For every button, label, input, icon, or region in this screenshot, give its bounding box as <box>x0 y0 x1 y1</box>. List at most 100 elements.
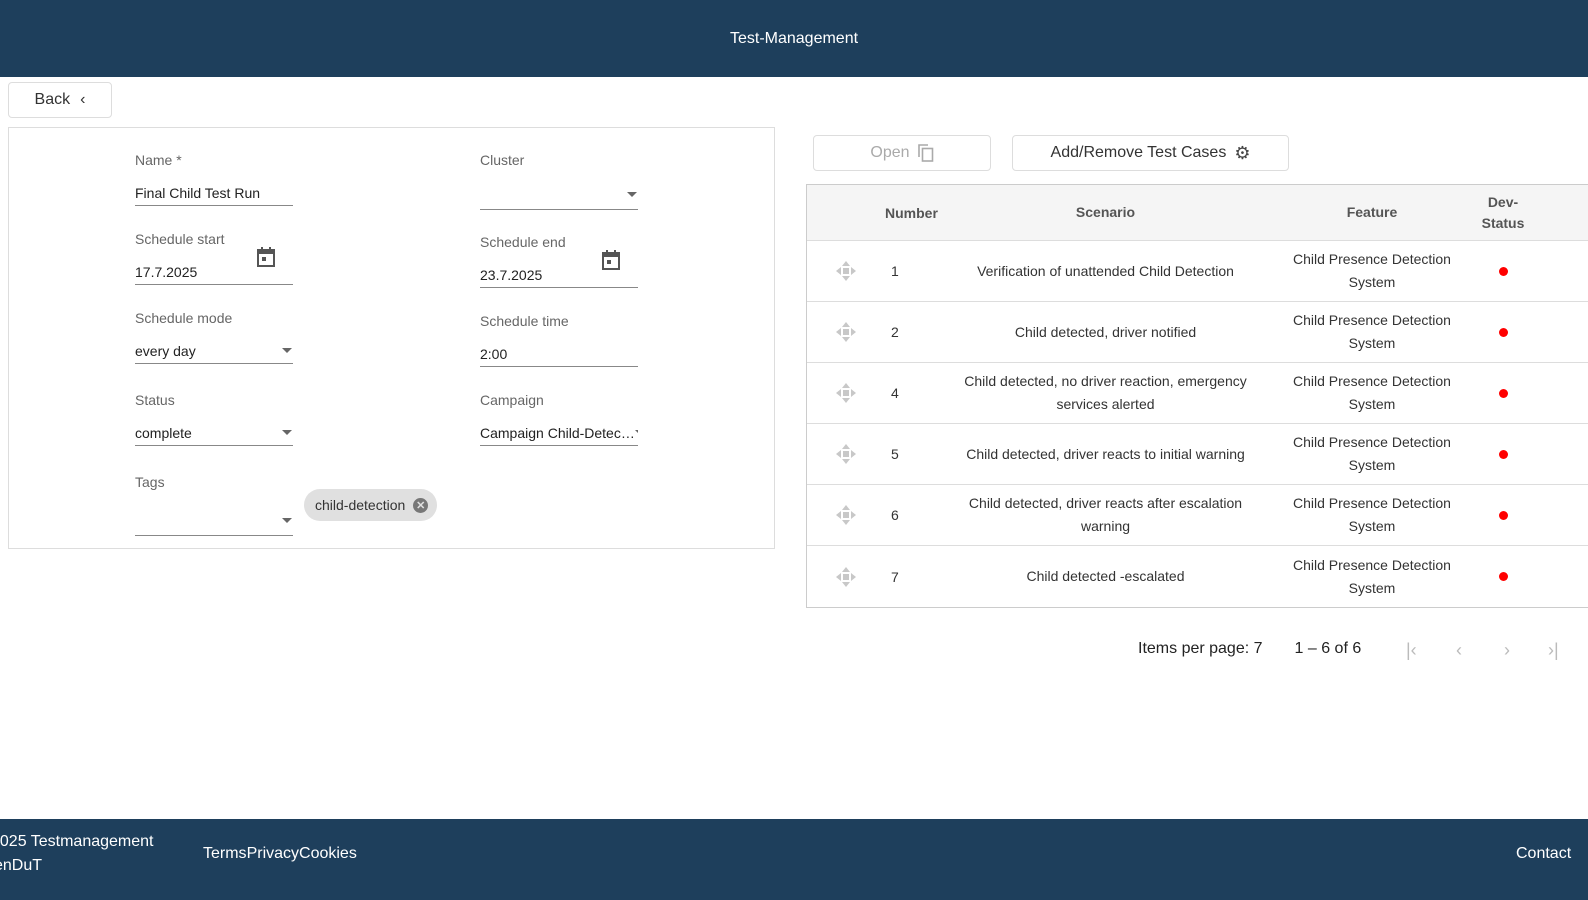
app-title: Test-Management <box>729 29 859 47</box>
test-cases-table: Number Scenario Feature Dev-Status 1 Ver… <box>806 184 1588 608</box>
cell-feature: Child Presence Detection System <box>1293 312 1451 351</box>
cell-dev-status <box>1468 266 1538 276</box>
open-button[interactable]: Open <box>813 135 991 171</box>
caret-down-icon <box>282 518 292 523</box>
next-page-icon[interactable]: › <box>1504 640 1510 661</box>
cell-scenario: Child detected -escalated <box>1026 568 1185 584</box>
tags-label: Tags <box>135 474 165 490</box>
caret-down-icon <box>282 348 292 353</box>
cell-scenario: Child detected, driver reacts to initial… <box>966 445 1245 462</box>
cell-dev-status <box>1468 572 1538 581</box>
status-dot <box>1498 327 1508 337</box>
cell-scenario: Child detected, driver reacts after esca… <box>968 495 1243 534</box>
footer-copyright: 2025 Testmanagement <box>0 833 154 850</box>
status-value: complete <box>135 424 192 441</box>
tags-select[interactable]: Tags <box>135 474 293 536</box>
tag-chip: child-detection ✕ <box>304 489 438 521</box>
cell-dev-status <box>1468 510 1538 520</box>
drag-handle-icon[interactable] <box>807 382 885 404</box>
cell-scenario: Child detected, no driver reaction, emer… <box>964 373 1247 412</box>
status-dot <box>1498 449 1508 459</box>
table-row[interactable]: 4 Child detected, no driver reaction, em… <box>807 363 1588 424</box>
name-field[interactable]: Name * Final Child Test Run <box>135 152 293 206</box>
cell-dev-status <box>1468 449 1538 459</box>
schedule-mode-value: every day <box>135 342 196 359</box>
drag-handle-icon[interactable] <box>807 321 885 343</box>
gear-icon: ⚙ <box>1234 142 1251 163</box>
cell-feature: Child Presence Detection System <box>1293 495 1451 534</box>
back-label: Back <box>34 91 71 108</box>
copy-icon <box>917 144 933 162</box>
first-page-icon[interactable]: |‹ <box>1406 640 1417 661</box>
caret-down-icon <box>627 192 637 197</box>
calendar-icon[interactable] <box>257 247 275 267</box>
schedule-mode-select[interactable]: Schedule mode every day <box>135 310 293 364</box>
cell-feature: Child Presence Detection System <box>1293 373 1451 412</box>
table-row[interactable]: 7 Child detected -escalated Child Presen… <box>807 546 1588 607</box>
name-label: Name * <box>135 152 182 168</box>
cell-number: 1 <box>891 263 899 279</box>
header-number[interactable]: Number <box>885 205 938 221</box>
header-scenario[interactable]: Scenario <box>935 201 1276 224</box>
table-row[interactable]: 5 Child detected, driver reacts to initi… <box>807 424 1588 485</box>
last-page-icon[interactable]: ›| <box>1548 640 1559 661</box>
app-header: Test-Management <box>0 0 1588 77</box>
table-header: Number Scenario Feature Dev-Status <box>807 185 1588 241</box>
schedule-mode-label: Schedule mode <box>135 310 233 326</box>
cell-dev-status <box>1468 388 1538 398</box>
schedule-time-field[interactable]: Schedule time 2:00 <box>480 313 638 367</box>
add-remove-test-cases-button[interactable]: Add/Remove Test Cases ⚙ <box>1012 135 1289 171</box>
caret-down-icon <box>282 430 292 435</box>
cluster-label: Cluster <box>480 152 525 168</box>
name-input[interactable]: Final Child Test Run <box>135 185 260 201</box>
cell-number: 5 <box>891 446 899 462</box>
paginator: Items per page: 7 1 – 6 of 6 |‹ ‹ › ›| <box>1138 640 1559 660</box>
table-row[interactable]: 6 Child detected, driver reacts after es… <box>807 485 1588 546</box>
campaign-value: Campaign Child-Detec… <box>480 424 635 441</box>
cell-number: 2 <box>891 324 899 340</box>
status-dot <box>1498 388 1508 398</box>
contact-link[interactable]: Contact <box>1516 845 1571 863</box>
page-range: 1 – 6 of 6 <box>1294 640 1362 657</box>
status-label: Status <box>135 392 175 408</box>
drag-handle-icon[interactable] <box>807 443 885 465</box>
schedule-start-input[interactable]: 17.7.2025 <box>135 264 197 280</box>
campaign-select[interactable]: Campaign Campaign Child-Detec… <box>480 392 638 446</box>
drag-handle-icon[interactable] <box>807 504 885 526</box>
schedule-end-input[interactable]: 23.7.2025 <box>480 267 542 283</box>
table-row[interactable]: 1 Verification of unattended Child Detec… <box>807 241 1588 302</box>
cell-feature: Child Presence Detection System <box>1293 251 1451 290</box>
cell-number: 4 <box>891 385 899 401</box>
terms-link[interactable]: Terms <box>203 845 247 862</box>
cell-scenario: Child detected, driver notified <box>1014 323 1197 340</box>
privacy-link[interactable]: Privacy <box>247 845 299 862</box>
items-per-page[interactable]: Items per page: 7 <box>1138 640 1263 658</box>
table-row[interactable]: 2 Child detected, driver notified Child … <box>807 302 1588 363</box>
cell-feature: Child Presence Detection System <box>1293 556 1451 596</box>
status-select[interactable]: Status complete <box>135 392 293 446</box>
cell-number: 6 <box>891 507 899 523</box>
footer: 2025 Testmanagement enDuT TermsPrivacyCo… <box>0 819 1588 900</box>
status-dot <box>1498 572 1508 581</box>
header-dev-status[interactable]: Dev-Status <box>1468 192 1538 234</box>
remove-tag-icon[interactable]: ✕ <box>413 497 429 513</box>
cluster-select[interactable]: Cluster <box>480 152 638 210</box>
cookies-link[interactable]: Cookies <box>299 845 357 862</box>
campaign-label: Campaign <box>480 392 544 408</box>
back-button[interactable]: Back ‹ <box>8 82 112 118</box>
header-feature[interactable]: Feature <box>1276 201 1468 224</box>
cell-feature: Child Presence Detection System <box>1293 434 1451 473</box>
footer-company: enDuT <box>0 857 43 874</box>
chevron-left-icon: ‹ <box>80 91 86 108</box>
drag-handle-icon[interactable] <box>807 566 885 588</box>
schedule-time-input[interactable]: 2:00 <box>480 346 507 362</box>
previous-page-icon[interactable]: ‹ <box>1456 640 1462 661</box>
cell-dev-status <box>1468 327 1538 337</box>
status-dot <box>1498 510 1508 520</box>
status-dot <box>1498 266 1508 276</box>
schedule-time-label: Schedule time <box>480 313 569 329</box>
drag-handle-icon[interactable] <box>807 260 885 282</box>
test-run-form: Name * Final Child Test Run Cluster Sched… <box>8 127 775 549</box>
calendar-icon[interactable] <box>602 250 620 270</box>
add-remove-label: Add/Remove Test Cases <box>1050 144 1227 161</box>
